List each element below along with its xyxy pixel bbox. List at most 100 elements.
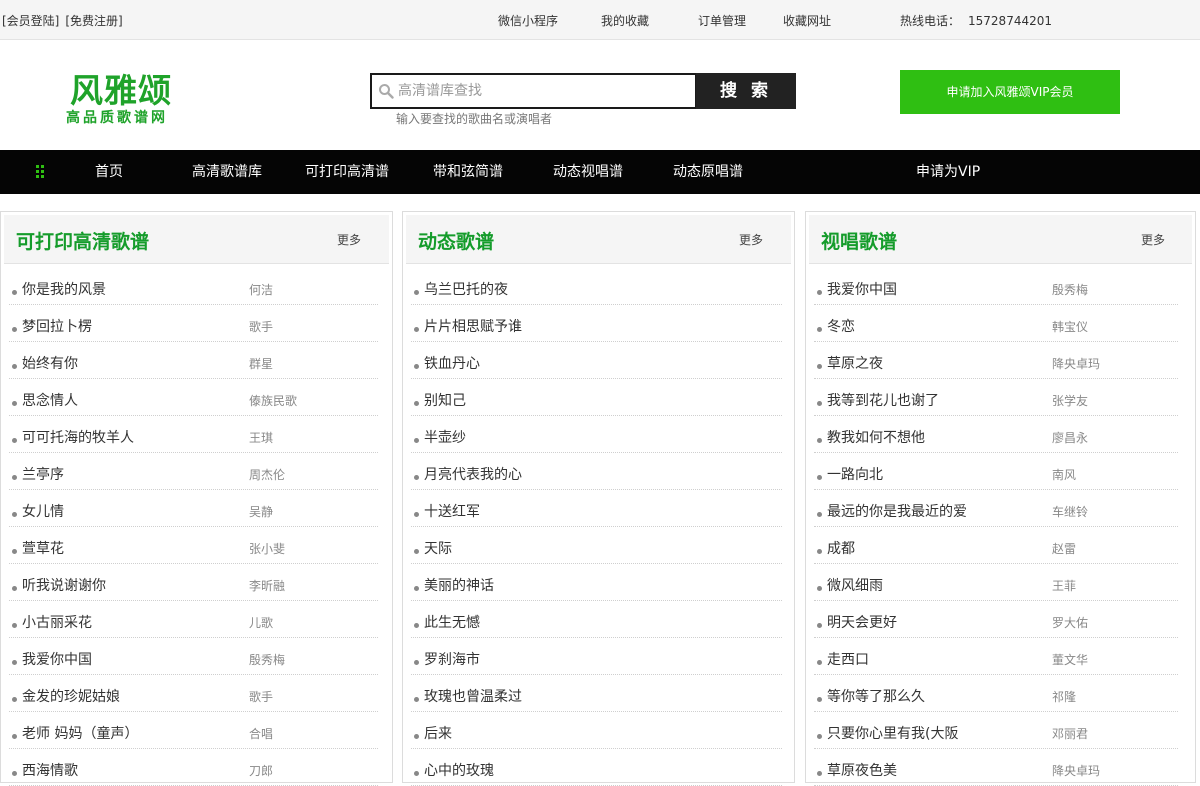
song-title[interactable]: 等你等了那么久 — [827, 686, 925, 706]
song-title[interactable]: 金发的珍妮姑娘 — [22, 686, 120, 706]
song-list-item[interactable]: 我等到花儿也谢了 张学友 — [814, 379, 1178, 416]
song-list-item[interactable]: 思念情人 傣族民歌 — [9, 379, 378, 416]
song-list-item[interactable]: 草原之夜 降央卓玛 — [814, 342, 1178, 379]
site-logo[interactable]: 风雅颂 高品质歌谱网 — [66, 64, 196, 128]
song-list-item[interactable]: 始终有你 群星 — [9, 342, 378, 379]
search-button[interactable]: 搜 索 — [696, 73, 796, 109]
song-title[interactable]: 听我说谢谢你 — [22, 575, 106, 595]
song-title[interactable]: 片片相思赋予谁 — [424, 316, 522, 336]
song-title[interactable]: 你是我的风景 — [22, 279, 106, 299]
song-title[interactable]: 后来 — [424, 723, 452, 743]
more-link[interactable]: 更多 — [337, 231, 361, 248]
song-list-item[interactable]: 萱草花 张小斐 — [9, 527, 378, 564]
song-title[interactable]: 教我如何不想他 — [827, 427, 925, 447]
song-title[interactable]: 草原之夜 — [827, 353, 883, 373]
song-list-item[interactable]: 金发的珍妮姑娘 歌手 — [9, 675, 378, 712]
nav-apply-vip[interactable]: 申请为VIP — [916, 150, 980, 194]
join-vip-button[interactable]: 申请加入风雅颂VIP会员 — [900, 70, 1120, 114]
register-link[interactable]: [免费注册] — [65, 14, 122, 28]
song-title[interactable]: 天际 — [424, 538, 452, 558]
nav-printable-hd[interactable]: 可打印高清谱 — [305, 150, 389, 194]
song-list-item[interactable]: 我爱你中国 殷秀梅 — [9, 638, 378, 675]
nav-chord-notation[interactable]: 带和弦简谱 — [433, 150, 503, 194]
song-title[interactable]: 梦回拉卜楞 — [22, 316, 92, 336]
song-title[interactable]: 月亮代表我的心 — [424, 464, 522, 484]
song-title[interactable]: 冬恋 — [827, 316, 855, 336]
song-title[interactable]: 西海情歌 — [22, 760, 78, 780]
song-list-item[interactable]: 一路向北 南风 — [814, 453, 1178, 490]
song-list-item[interactable]: 后来 — [411, 712, 782, 749]
grid-menu-icon[interactable] — [36, 165, 50, 179]
song-list-item[interactable]: 此生无憾 — [411, 601, 782, 638]
search-input[interactable] — [398, 79, 688, 103]
song-title[interactable]: 我爱你中国 — [827, 279, 897, 299]
song-list-item[interactable]: 片片相思赋予谁 — [411, 305, 782, 342]
song-list-item[interactable]: 乌兰巴托的夜 — [411, 268, 782, 305]
nav-hd-library[interactable]: 高清歌谱库 — [192, 150, 262, 194]
song-list-item[interactable]: 成都 赵雷 — [814, 527, 1178, 564]
song-title[interactable]: 铁血丹心 — [424, 353, 480, 373]
song-list-item[interactable]: 听我说谢谢你 李昕融 — [9, 564, 378, 601]
song-list-item[interactable]: 女儿情 吴静 — [9, 490, 378, 527]
song-list-item[interactable]: 罗刹海市 — [411, 638, 782, 675]
song-title[interactable]: 草原夜色美 — [827, 760, 897, 780]
song-list-item[interactable]: 最远的你是我最近的爱 车继铃 — [814, 490, 1178, 527]
song-title[interactable]: 一路向北 — [827, 464, 883, 484]
bookmark-site-link[interactable]: 收藏网址 — [783, 12, 831, 29]
song-title[interactable]: 思念情人 — [22, 390, 78, 410]
song-list-item[interactable]: 微风细雨 王菲 — [814, 564, 1178, 601]
song-list-item[interactable]: 铁血丹心 — [411, 342, 782, 379]
song-title[interactable]: 别知己 — [424, 390, 466, 410]
song-title[interactable]: 半壶纱 — [424, 427, 466, 447]
song-title[interactable]: 美丽的神话 — [424, 575, 494, 595]
song-list-item[interactable]: 梦回拉卜楞 歌手 — [9, 305, 378, 342]
song-title[interactable]: 成都 — [827, 538, 855, 558]
song-title[interactable]: 我爱你中国 — [22, 649, 92, 669]
song-list-item[interactable]: 教我如何不想他 廖昌永 — [814, 416, 1178, 453]
song-list-item[interactable]: 可可托海的牧羊人 王琪 — [9, 416, 378, 453]
song-title[interactable]: 我等到花儿也谢了 — [827, 390, 939, 410]
song-list-item[interactable]: 天际 — [411, 527, 782, 564]
song-list-item[interactable]: 月亮代表我的心 — [411, 453, 782, 490]
song-title[interactable]: 玫瑰也曾温柔过 — [424, 686, 522, 706]
song-list-item[interactable]: 只要你心里有我(大阪 邓丽君 — [814, 712, 1178, 749]
song-title[interactable]: 老师 妈妈（童声） — [22, 723, 138, 743]
song-title[interactable]: 此生无憾 — [424, 612, 480, 632]
song-title[interactable]: 女儿情 — [22, 501, 64, 521]
login-link[interactable]: [会员登陆] — [2, 14, 59, 28]
song-title[interactable]: 走西口 — [827, 649, 869, 669]
wechat-miniprogram-link[interactable]: 微信小程序 — [498, 12, 558, 29]
song-list-item[interactable]: 美丽的神话 — [411, 564, 782, 601]
song-title[interactable]: 乌兰巴托的夜 — [424, 279, 508, 299]
song-title[interactable]: 萱草花 — [22, 538, 64, 558]
song-list-item[interactable]: 小古丽采花 儿歌 — [9, 601, 378, 638]
song-title[interactable]: 罗刹海市 — [424, 649, 480, 669]
song-list-item[interactable]: 冬恋 韩宝仪 — [814, 305, 1178, 342]
nav-dynamic-original[interactable]: 动态原唱谱 — [673, 150, 743, 194]
song-list-item[interactable]: 走西口 董文华 — [814, 638, 1178, 675]
song-title[interactable]: 始终有你 — [22, 353, 78, 373]
nav-dynamic-sightsing[interactable]: 动态视唱谱 — [553, 150, 623, 194]
more-link[interactable]: 更多 — [739, 231, 763, 248]
my-favorites-link[interactable]: 我的收藏 — [601, 12, 649, 29]
song-title[interactable]: 十送红军 — [424, 501, 480, 521]
song-title[interactable]: 明天会更好 — [827, 612, 897, 632]
song-title[interactable]: 最远的你是我最近的爱 — [827, 501, 967, 521]
song-list-item[interactable]: 十送红军 — [411, 490, 782, 527]
song-title[interactable]: 心中的玫瑰 — [424, 760, 494, 780]
song-list-item[interactable]: 别知己 — [411, 379, 782, 416]
song-list-item[interactable]: 等你等了那么久 祁隆 — [814, 675, 1178, 712]
song-list-item[interactable]: 你是我的风景 何洁 — [9, 268, 378, 305]
song-title[interactable]: 小古丽采花 — [22, 612, 92, 632]
song-title[interactable]: 只要你心里有我(大阪 — [827, 723, 958, 743]
song-title[interactable]: 兰亭序 — [22, 464, 64, 484]
song-list-item[interactable]: 玫瑰也曾温柔过 — [411, 675, 782, 712]
song-list-item[interactable]: 半壶纱 — [411, 416, 782, 453]
song-list-item[interactable]: 明天会更好 罗大佑 — [814, 601, 1178, 638]
nav-home[interactable]: 首页 — [95, 150, 123, 194]
song-list-item[interactable]: 兰亭序 周杰伦 — [9, 453, 378, 490]
song-title[interactable]: 微风细雨 — [827, 575, 883, 595]
more-link[interactable]: 更多 — [1141, 231, 1165, 248]
song-title[interactable]: 可可托海的牧羊人 — [22, 427, 134, 447]
song-list-item[interactable]: 老师 妈妈（童声） 合唱 — [9, 712, 378, 749]
